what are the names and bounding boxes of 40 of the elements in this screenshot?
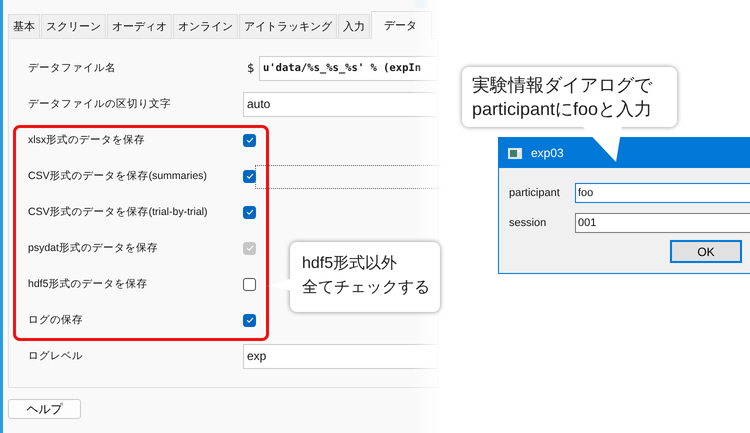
checkbox[interactable] — [243, 134, 256, 146]
code-field[interactable]: u'data/%s_%s_%s' % (expIn — [259, 56, 437, 80]
callout-text: 実験情報ダイアログで participantにfooと入力 — [471, 74, 654, 121]
field-label: participant — [509, 187, 561, 199]
check-icon — [244, 315, 254, 325]
tab[interactable]: オーディオ — [107, 14, 172, 38]
setting-label: CSV形式のデータを保存(summaries) — [28, 169, 208, 183]
setting-label: xlsx形式のデータを保存 — [28, 133, 146, 147]
setting-label: ログの保存 — [28, 313, 84, 327]
help-button[interactable]: ヘルプ — [8, 399, 81, 419]
setting-label: データファイルの区切り文字 — [28, 97, 172, 111]
tab[interactable]: スクリーン — [41, 14, 106, 38]
text-field[interactable]: exp — [243, 344, 437, 368]
tab[interactable]: データ — [371, 11, 432, 39]
check-icon — [244, 207, 254, 217]
tab[interactable]: 入力 — [338, 14, 370, 38]
tab[interactable]: 基本 — [8, 14, 40, 38]
checkbox[interactable] — [243, 170, 256, 182]
setting-label: CSV形式のデータを保存(trial-by-trial) — [28, 205, 209, 219]
setting-label: データファイル名 — [28, 61, 117, 75]
window-icon — [508, 148, 522, 158]
input-field[interactable]: 001 — [575, 213, 750, 233]
text-field[interactable]: auto — [243, 92, 437, 116]
callout-text: hdf5形式以外 全てチェックする — [301, 254, 431, 298]
tab[interactable]: オンライン — [173, 14, 238, 38]
tab[interactable]: アイトラッキング — [239, 14, 337, 38]
checkbox[interactable] — [243, 278, 256, 290]
code-prefix: $ — [247, 61, 256, 75]
check-icon — [244, 135, 254, 145]
setting-label: psydat形式のデータを保存 — [28, 241, 159, 255]
dialog-title: exp03 — [531, 146, 564, 160]
checkbox[interactable] — [243, 206, 256, 218]
setting-label: hdf5形式のデータを保存 — [28, 277, 148, 291]
setting-label: ログレベル — [28, 349, 84, 363]
check-icon — [244, 171, 254, 181]
field-label: session — [509, 217, 548, 229]
input-field[interactable]: foo — [575, 183, 750, 203]
check-icon — [244, 243, 254, 253]
ok-button[interactable]: OK — [670, 240, 742, 263]
checkbox[interactable] — [243, 314, 256, 326]
